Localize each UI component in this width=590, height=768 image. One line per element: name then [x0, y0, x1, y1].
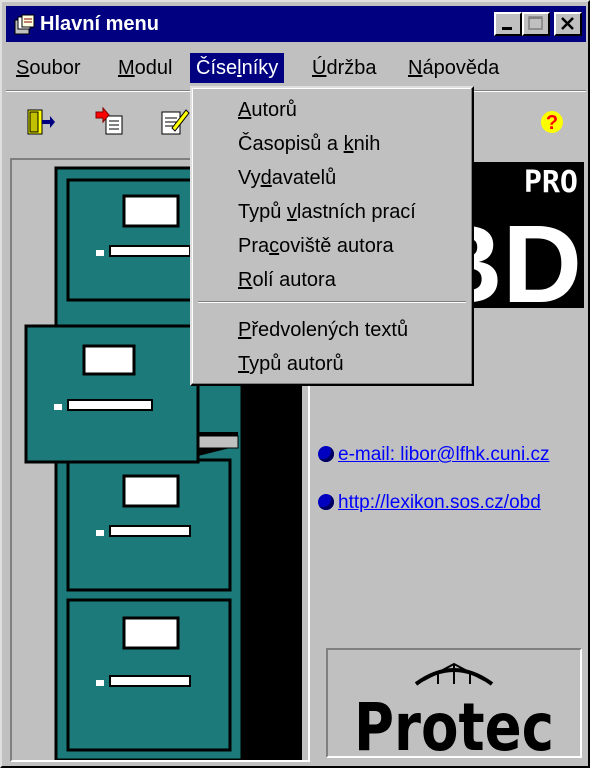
close-icon: [561, 17, 574, 30]
minimize-button[interactable]: [494, 12, 522, 36]
menu-udrzba[interactable]: Údržba: [306, 53, 382, 83]
web-link[interactable]: http://lexikon.sos.cz/obd: [318, 492, 541, 514]
ciselniky-dropdown: Autorů Časopisů a knih Vydavatelů Typů v…: [190, 86, 474, 386]
maximize-icon: [528, 16, 543, 30]
app-icon: [14, 14, 35, 35]
globe-icon: [318, 446, 334, 462]
svg-text:?: ?: [546, 112, 558, 134]
import-document-icon[interactable]: [94, 106, 126, 138]
menu-soubor[interactable]: Soubor: [10, 53, 87, 83]
pro-obd-logo: PRO BD: [466, 162, 584, 308]
menu-bar: Soubor Modul Číselníky Údržba Nápověda: [6, 50, 586, 86]
menuitem-roli-autora[interactable]: Rolí autora: [238, 268, 336, 292]
exit-door-icon[interactable]: [24, 106, 56, 138]
menuitem-typu-autoru[interactable]: Typů autorů: [238, 352, 344, 376]
menuitem-vydavatelu[interactable]: Vydavatelů: [238, 166, 336, 190]
web-link-text[interactable]: http://lexikon.sos.cz/obd: [338, 492, 541, 513]
title-bar[interactable]: Hlavní menu: [6, 6, 586, 42]
protec-logo-text: Protec: [354, 689, 554, 756]
window-title: Hlavní menu: [40, 13, 159, 35]
globe-icon: [318, 494, 334, 510]
logo-pro-text: PRO: [524, 165, 578, 200]
menuitem-typu-vlastnich-praci[interactable]: Typů vlastních prací: [238, 200, 416, 224]
menuitem-casopisu-a-knih[interactable]: Časopisů a knih: [238, 132, 380, 156]
dropdown-separator: [198, 301, 466, 303]
protec-logo: Protec: [326, 648, 582, 766]
main-window: Hlavní menu Soubor Modul Číselníky Údržb…: [0, 0, 590, 768]
minimize-icon: [502, 27, 512, 30]
close-button[interactable]: [554, 12, 582, 36]
menu-modul[interactable]: Modul: [112, 53, 178, 83]
menu-ciselniky[interactable]: Číselníky: [190, 53, 285, 83]
menuitem-autoru[interactable]: Autorů: [238, 98, 297, 122]
logo-obd-text: BD: [466, 203, 582, 308]
email-link[interactable]: e-mail: libor@lfhk.cuni.cz: [318, 444, 549, 466]
menuitem-pracoviste-autora[interactable]: Pracoviště autora: [238, 234, 394, 258]
menuitem-predvolenych-textu[interactable]: Předvolených textů: [238, 318, 408, 342]
email-link-text[interactable]: e-mail: libor@lfhk.cuni.cz: [338, 444, 549, 465]
maximize-button[interactable]: [522, 12, 550, 36]
menu-napoveda[interactable]: Nápověda: [402, 53, 505, 83]
edit-notepad-icon[interactable]: [158, 106, 190, 138]
help-icon[interactable]: ?: [536, 106, 568, 138]
